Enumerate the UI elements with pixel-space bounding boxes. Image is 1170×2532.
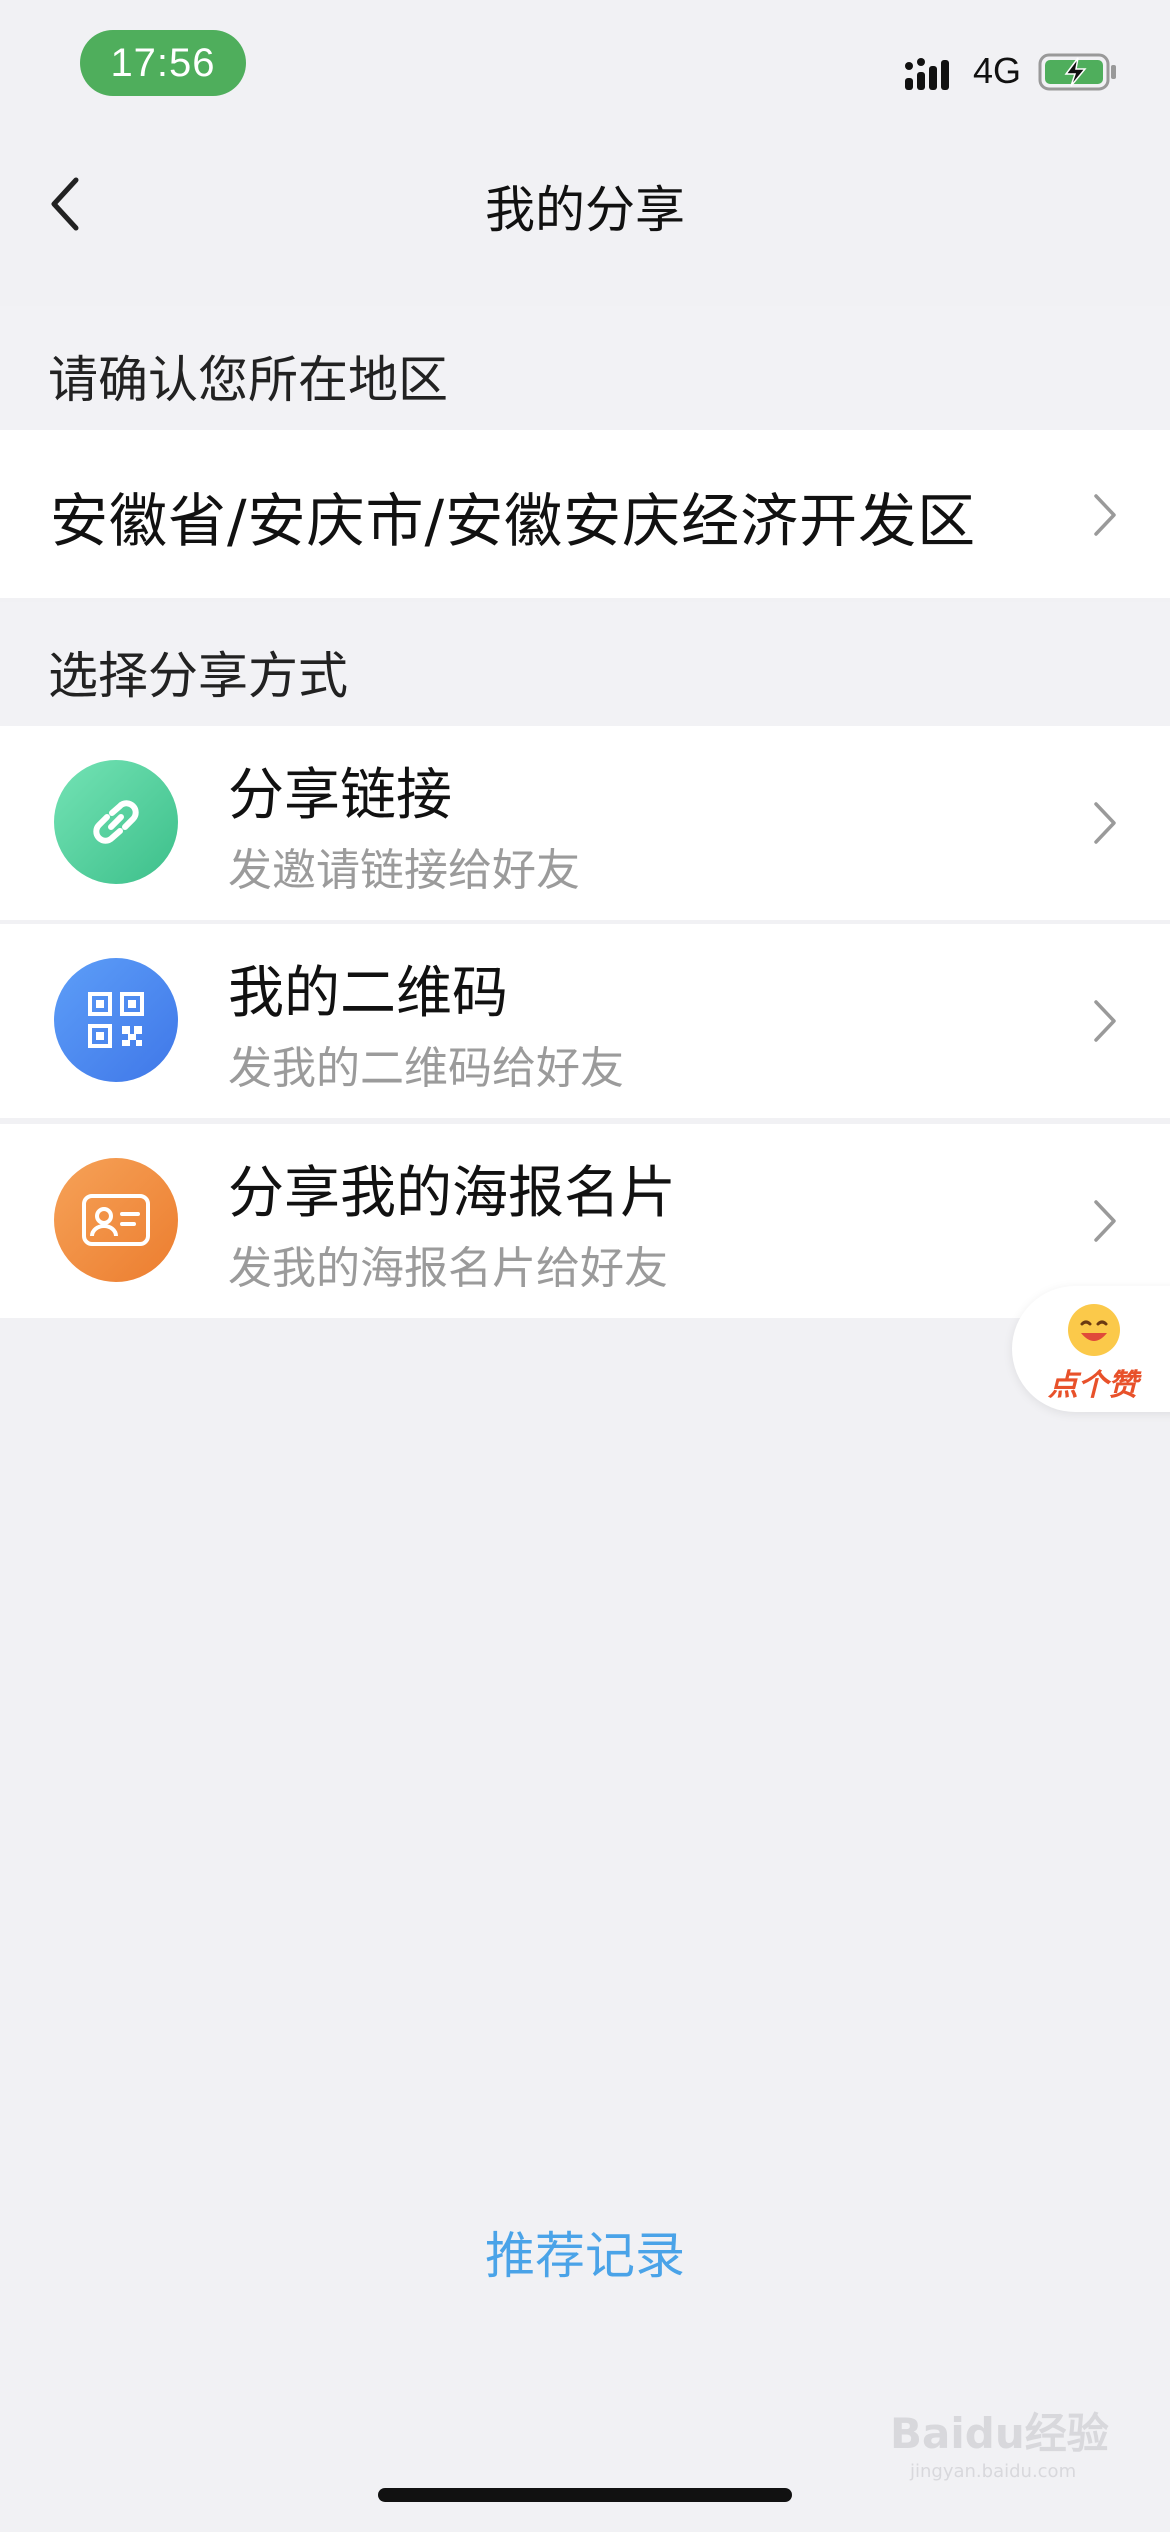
id-card-icon: [54, 1158, 178, 1282]
option-title: 我的二维码: [228, 961, 508, 1026]
recommendation-records-link[interactable]: 推荐记录: [0, 2216, 1170, 2288]
qr-code-icon: [54, 958, 178, 1082]
like-button[interactable]: 点个赞: [1012, 1286, 1170, 1412]
chevron-right-icon: [1094, 494, 1116, 536]
smiley-face-icon: [1068, 1304, 1120, 1356]
option-subtitle: 发邀请链接给好友: [228, 845, 580, 896]
page-title: 我的分享: [485, 181, 685, 239]
chevron-right-icon: [1094, 1200, 1116, 1242]
chevron-right-icon: [1094, 1000, 1116, 1042]
signal-icon: [905, 58, 949, 90]
option-title: 分享我的海报名片: [228, 1161, 676, 1226]
option-subtitle: 发我的二维码给好友: [228, 1043, 624, 1094]
option-subtitle: 发我的海报名片给好友: [228, 1243, 668, 1294]
network-type: 4G: [973, 50, 1022, 91]
region-section-header: 请确认您所在地区: [0, 306, 1170, 430]
like-label: 点个赞: [1048, 1368, 1138, 1403]
home-indicator[interactable]: [378, 2488, 792, 2502]
region-value: 安徽省/安庆市/安徽安庆经济开发区: [50, 487, 977, 555]
share-poster-card-option[interactable]: 分享我的海报名片 发我的海报名片给好友: [0, 1124, 1170, 1318]
region-section-title: 请确认您所在地区: [48, 351, 448, 409]
option-title: 分享链接: [228, 763, 452, 828]
status-time: 17:56: [80, 30, 246, 96]
baidu-jingyan-watermark: Baidu经验 jingyan.baidu.com: [890, 2400, 1109, 2482]
battery-charging-icon: [1038, 53, 1116, 91]
my-qr-code-option[interactable]: 我的二维码 发我的二维码给好友: [0, 924, 1170, 1118]
link-icon: [54, 760, 178, 884]
share-link-option[interactable]: 分享链接 发邀请链接给好友: [0, 726, 1170, 920]
chevron-right-icon: [1094, 802, 1116, 844]
region-selector[interactable]: 安徽省/安庆市/安徽安庆经济开发区: [0, 430, 1170, 598]
share-section-header: 选择分享方式: [0, 602, 1170, 726]
watermark-url: jingyan.baidu.com: [910, 2461, 1077, 2482]
watermark-brand: Baidu经验: [890, 2409, 1109, 2458]
share-section-title: 选择分享方式: [48, 647, 348, 705]
